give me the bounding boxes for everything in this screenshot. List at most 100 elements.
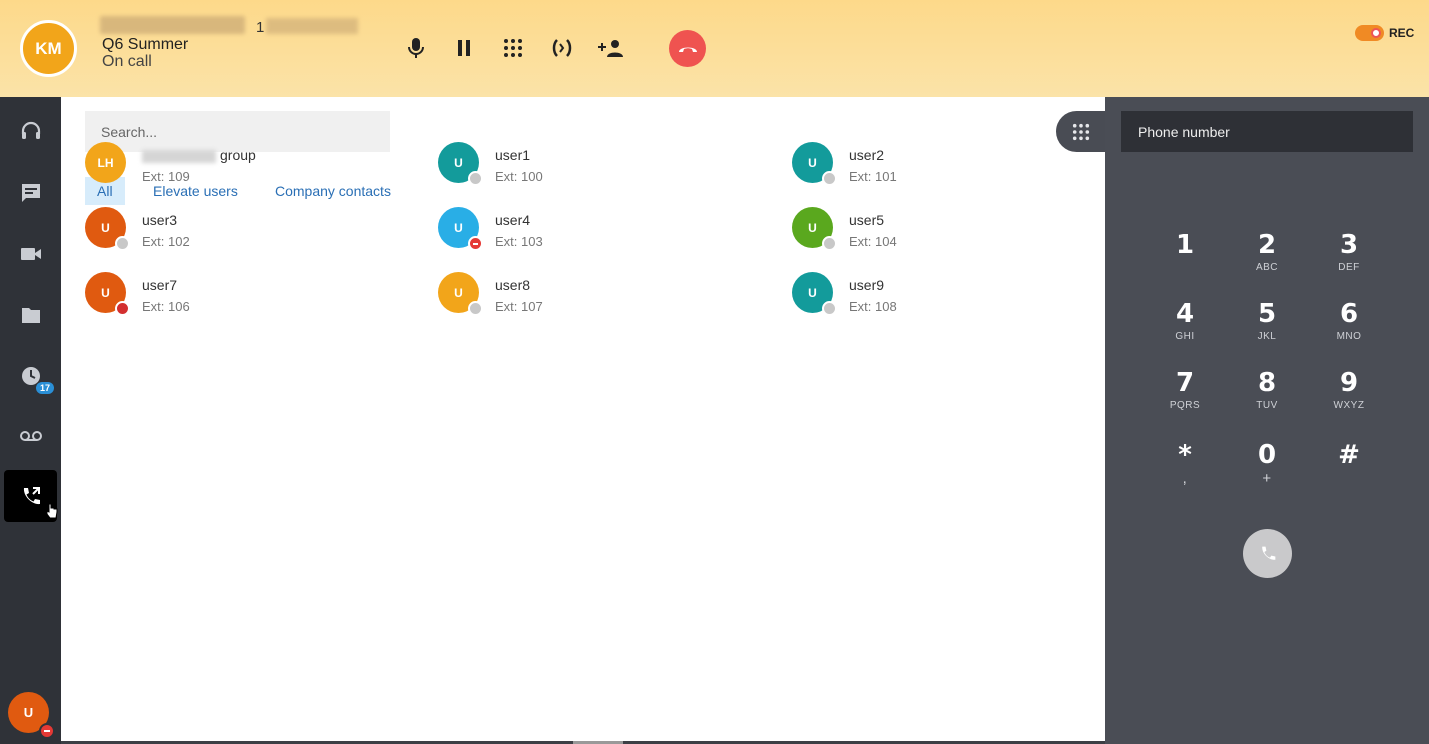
dialpad-icon bbox=[504, 39, 522, 57]
key-letters: TUV bbox=[1256, 400, 1278, 411]
contact-name: user2 bbox=[849, 147, 884, 163]
contact-name-text: user9 bbox=[849, 277, 885, 293]
contact-item[interactable]: Uuser4 Ext: 103 bbox=[438, 207, 738, 257]
transfer-button[interactable] bbox=[548, 34, 576, 62]
contact-name-text: user3 bbox=[142, 212, 178, 228]
key-digit: 1 bbox=[1175, 230, 1195, 260]
presence-offline bbox=[822, 301, 837, 316]
nav-headset[interactable] bbox=[4, 105, 57, 157]
key-letters: PQRS bbox=[1169, 400, 1201, 411]
voicemail-icon bbox=[19, 431, 42, 441]
contact-name: user1 bbox=[495, 147, 530, 163]
transfer-icon bbox=[552, 39, 572, 57]
queue-name: Q6 Summer bbox=[102, 36, 189, 53]
dialpad-key[interactable]: # bbox=[1314, 440, 1384, 496]
key-letters: GHI bbox=[1175, 331, 1195, 342]
contact-item[interactable]: LH group Ext: 109 bbox=[85, 142, 385, 192]
key-digit: 5 bbox=[1257, 299, 1277, 329]
presence-offline bbox=[468, 301, 483, 316]
contact-avatar: LH bbox=[85, 142, 126, 183]
contact-item[interactable]: Uuser7 Ext: 106 bbox=[85, 272, 385, 322]
chat-icon bbox=[21, 184, 40, 202]
rec-label: REC bbox=[1389, 26, 1415, 40]
nav-history[interactable]: 17 bbox=[4, 350, 57, 402]
rec-switch[interactable] bbox=[1355, 25, 1384, 41]
caller-avatar: KM bbox=[20, 20, 77, 77]
dialpad-icon bbox=[1072, 123, 1090, 140]
phone-forward-icon bbox=[23, 487, 40, 505]
hand-cursor-icon bbox=[46, 503, 58, 519]
contact-name-text: user4 bbox=[495, 212, 531, 228]
nav-call-forwarding[interactable] bbox=[4, 470, 58, 522]
contact-extension: Ext: 109 bbox=[142, 169, 190, 184]
dialpad-toggle-button[interactable] bbox=[1056, 111, 1106, 152]
key-letters: DEF bbox=[1338, 262, 1360, 273]
contact-item[interactable]: Uuser1 Ext: 100 bbox=[438, 142, 738, 192]
contact-item[interactable]: Uuser8 Ext: 107 bbox=[438, 272, 738, 322]
key-letters: ABC bbox=[1255, 262, 1279, 273]
nav-chat[interactable] bbox=[4, 167, 57, 219]
contact-name-text: user2 bbox=[849, 147, 885, 163]
presence-offline bbox=[822, 236, 837, 251]
contact-extension: Ext: 104 bbox=[849, 234, 897, 249]
video-icon bbox=[20, 248, 41, 260]
my-status-dnd bbox=[39, 723, 55, 739]
keypad-button[interactable] bbox=[499, 34, 527, 62]
caller-name-redacted bbox=[100, 16, 245, 34]
nav-video[interactable] bbox=[4, 228, 57, 280]
call-header: KM 1 Q6 Summer On call REC bbox=[0, 0, 1429, 97]
presence-offline bbox=[468, 171, 483, 186]
contact-name-text: group bbox=[220, 147, 256, 163]
dialpad-key[interactable]: 0 + bbox=[1232, 440, 1302, 496]
contact-name: user9 bbox=[849, 277, 884, 293]
dialpad-key[interactable]: *, bbox=[1150, 440, 1220, 496]
redacted-text bbox=[142, 149, 216, 163]
contact-extension: Ext: 103 bbox=[495, 234, 543, 249]
call-status: On call bbox=[102, 53, 152, 70]
recording-toggle[interactable]: REC bbox=[1355, 25, 1414, 41]
dialpad-key[interactable]: 9 WXYZ bbox=[1314, 368, 1384, 424]
dialpad-key[interactable]: 5 JKL bbox=[1232, 299, 1302, 355]
history-badge: 17 bbox=[36, 382, 55, 394]
mute-button[interactable] bbox=[402, 34, 430, 62]
contact-extension: Ext: 101 bbox=[849, 169, 897, 184]
dialpad-key[interactable]: 1 bbox=[1150, 230, 1220, 286]
contact-name: user7 bbox=[142, 277, 177, 293]
key-digit: 7 bbox=[1175, 368, 1195, 398]
contact-item[interactable]: Uuser3 Ext: 102 bbox=[85, 207, 385, 257]
key-digit: * bbox=[1178, 440, 1192, 470]
dialpad-key[interactable]: 8 TUV bbox=[1232, 368, 1302, 424]
call-button[interactable] bbox=[1243, 529, 1292, 578]
key-digit: 3 bbox=[1339, 230, 1359, 260]
phone-number-input[interactable] bbox=[1121, 111, 1413, 152]
key-digit: # bbox=[1338, 440, 1360, 470]
key-digit: 0 bbox=[1257, 440, 1277, 470]
contact-item[interactable]: Uuser9 Ext: 108 bbox=[792, 272, 1092, 322]
dialpad-key[interactable]: 6 MNO bbox=[1314, 299, 1384, 355]
microphone-icon bbox=[408, 38, 424, 58]
dialpad-key[interactable]: 3 DEF bbox=[1314, 230, 1384, 286]
dialpad-key[interactable]: 2 ABC bbox=[1232, 230, 1302, 286]
contact-item[interactable]: Uuser5 Ext: 104 bbox=[792, 207, 1092, 257]
contact-extension: Ext: 107 bbox=[495, 299, 543, 314]
contact-name: user5 bbox=[849, 212, 884, 228]
key-digit: 9 bbox=[1339, 368, 1359, 398]
key-letters: , bbox=[1182, 470, 1188, 487]
presence-dnd bbox=[468, 236, 483, 251]
contact-extension: Ext: 100 bbox=[495, 169, 543, 184]
contact-item[interactable]: Uuser2 Ext: 101 bbox=[792, 142, 1092, 192]
add-participant-button[interactable] bbox=[597, 34, 625, 62]
nav-files[interactable] bbox=[4, 289, 57, 341]
key-letters: JKL bbox=[1257, 331, 1277, 342]
left-nav: 17 U bbox=[0, 97, 61, 744]
phone-icon bbox=[1261, 546, 1275, 560]
hangup-button[interactable] bbox=[669, 30, 706, 67]
contact-name-text: user1 bbox=[495, 147, 531, 163]
hangup-icon bbox=[678, 47, 697, 52]
nav-voicemail[interactable] bbox=[4, 410, 57, 462]
pause-icon bbox=[458, 40, 470, 56]
dialpad-key[interactable]: 4 GHI bbox=[1150, 299, 1220, 355]
hold-button[interactable] bbox=[450, 34, 478, 62]
contact-extension: Ext: 106 bbox=[142, 299, 190, 314]
dialpad-key[interactable]: 7 PQRS bbox=[1150, 368, 1220, 424]
